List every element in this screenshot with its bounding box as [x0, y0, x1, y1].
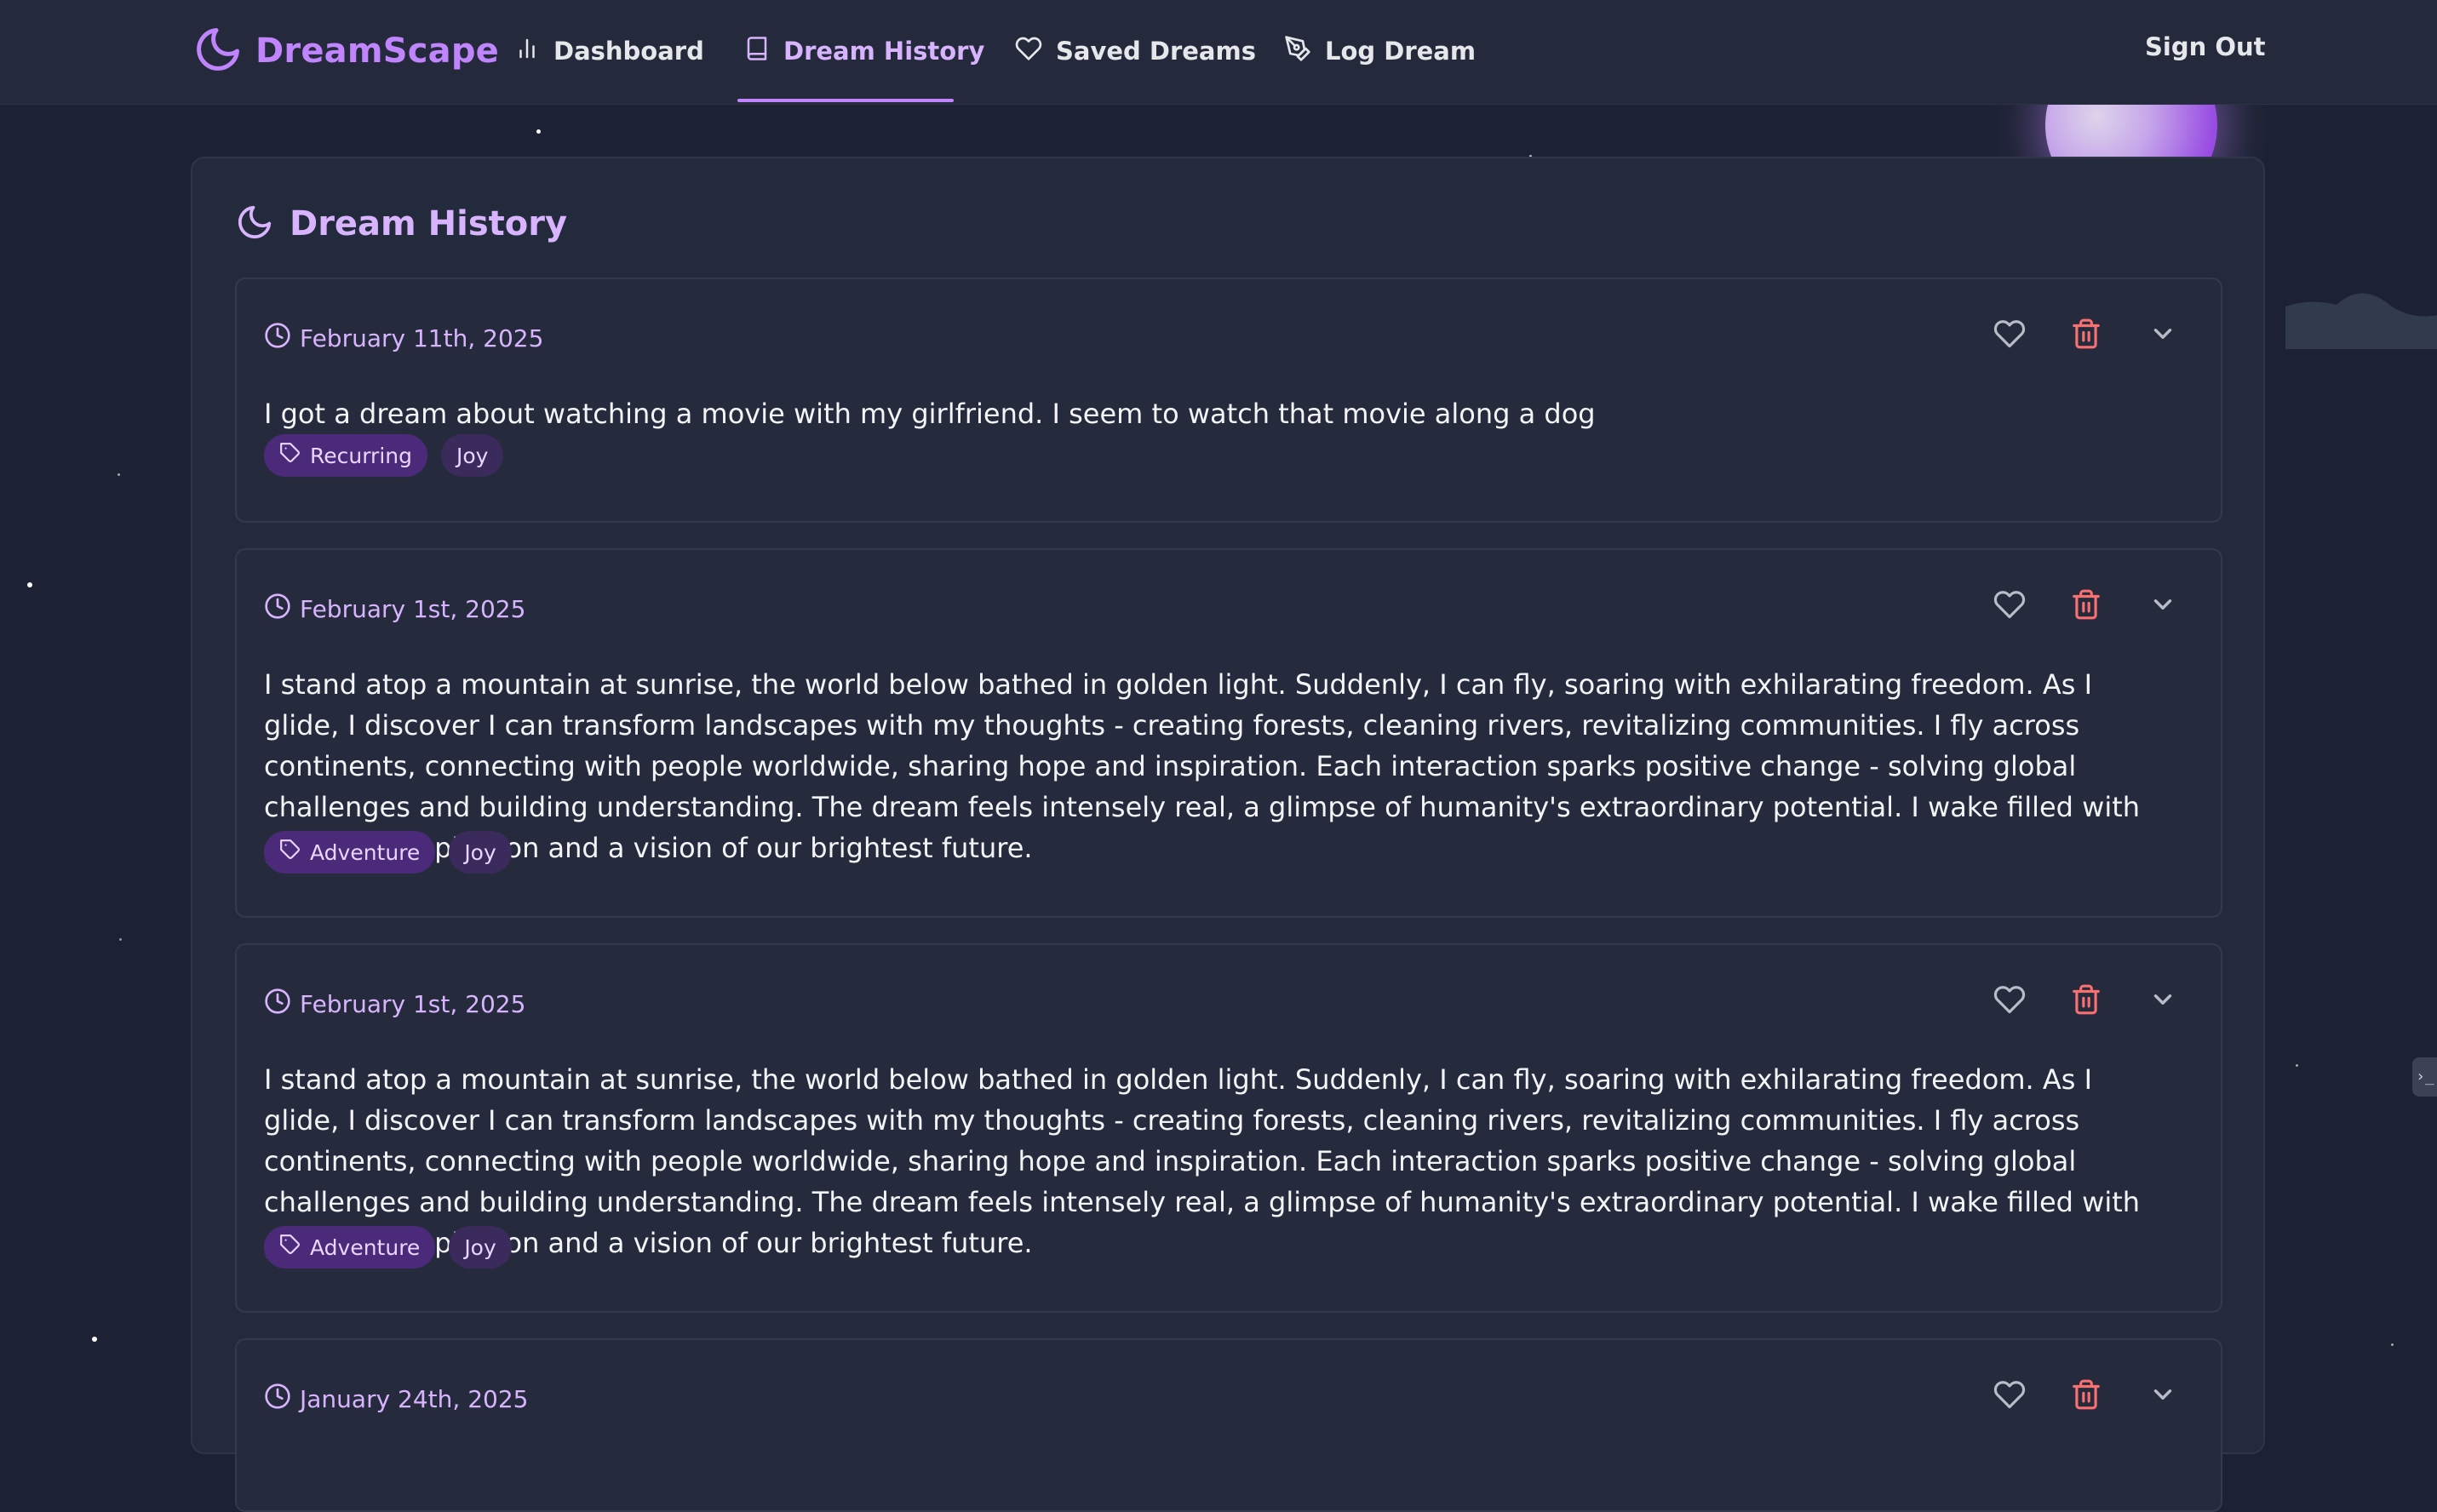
- star: [118, 473, 120, 476]
- tag-chip: Joy: [449, 831, 512, 873]
- expand-button[interactable]: [2146, 1379, 2180, 1413]
- star: [2296, 1064, 2298, 1067]
- page-title: Dream History: [235, 203, 567, 245]
- dream-actions: [1993, 984, 2180, 1018]
- chevron-down-icon: [2148, 590, 2177, 622]
- star: [119, 938, 122, 941]
- dream-actions: [1993, 1379, 2180, 1413]
- trash-icon: [2070, 318, 2102, 353]
- tag-label: Joy: [464, 1234, 496, 1260]
- chevron-down-icon: [2148, 1380, 2177, 1412]
- tag-label: Recurring: [310, 443, 412, 468]
- tag-label: Adventure: [310, 839, 421, 865]
- moon-icon: [192, 24, 244, 78]
- dream-date: February 1st, 2025: [264, 988, 525, 1021]
- heart-icon: [1993, 588, 2026, 624]
- dream-card: January 24th, 2025: [235, 1338, 2222, 1512]
- bar-chart-icon: [514, 36, 540, 67]
- expand-button[interactable]: [2146, 318, 2180, 352]
- dream-date-text: January 24th, 2025: [300, 1385, 529, 1413]
- dream-tags: Adventure Joy: [264, 1226, 512, 1269]
- clock-icon: [264, 322, 291, 355]
- favorite-button[interactable]: [1993, 318, 2027, 352]
- delete-button[interactable]: [2069, 984, 2103, 1018]
- dream-actions: [1993, 589, 2180, 623]
- star: [27, 582, 32, 587]
- brand[interactable]: DreamScape: [192, 24, 499, 78]
- tag-label: Adventure: [310, 1234, 421, 1260]
- star: [2391, 1343, 2394, 1346]
- clock-icon: [264, 593, 291, 626]
- book-icon: [744, 36, 770, 67]
- heart-icon: [1015, 35, 1042, 68]
- tag-chip: Joy: [441, 434, 504, 477]
- tag-icon: [279, 839, 301, 866]
- nav-saved-dreams[interactable]: Saved Dreams: [1015, 0, 1256, 102]
- dream-text: I got a dream about watching a movie wit…: [264, 398, 1596, 430]
- favorite-button[interactable]: [1993, 984, 2027, 1018]
- side-panel-handle[interactable]: ›_: [2412, 1057, 2437, 1097]
- expand-button[interactable]: [2146, 984, 2180, 1018]
- dream-tags: Adventure Joy: [264, 831, 512, 873]
- star: [92, 1337, 97, 1342]
- chevron-down-icon: [2148, 985, 2177, 1017]
- favorite-button[interactable]: [1993, 1379, 2027, 1413]
- delete-button[interactable]: [2069, 1379, 2103, 1413]
- dream-date-text: February 1st, 2025: [300, 595, 526, 623]
- sign-out-button[interactable]: Sign Out: [2145, 32, 2266, 61]
- dream-tags: Recurring Joy: [264, 434, 504, 477]
- favorite-button[interactable]: [1993, 589, 2027, 623]
- page-title-text: Dream History: [290, 204, 568, 243]
- dream-actions: [1993, 318, 2180, 352]
- clock-icon: [264, 988, 291, 1021]
- dream-date-text: February 1st, 2025: [300, 990, 526, 1018]
- nav-dream-history-label: Dream History: [783, 37, 985, 66]
- moon-icon: [235, 203, 274, 245]
- delete-button[interactable]: [2069, 318, 2103, 352]
- pen-tool-icon: [1284, 35, 1311, 68]
- nav-log-dream[interactable]: Log Dream: [1284, 0, 1476, 102]
- tag-chip: Adventure: [264, 831, 436, 873]
- tag-label: Joy: [464, 839, 496, 865]
- active-tab-indicator: [737, 99, 954, 102]
- dream-date-text: February 11th, 2025: [300, 324, 544, 352]
- tag-chip: Joy: [449, 1226, 512, 1269]
- nav-saved-dreams-label: Saved Dreams: [1056, 37, 1256, 66]
- clock-icon: [264, 1383, 291, 1416]
- heart-icon: [1993, 1378, 2026, 1414]
- dream-text: I stand atop a mountain at sunrise, the …: [264, 1063, 2141, 1259]
- heart-icon: [1993, 318, 2026, 353]
- nav-dream-history[interactable]: Dream History: [744, 0, 984, 102]
- heart-icon: [1993, 983, 2026, 1019]
- top-navbar: DreamScape Dashboard Dream History Saved…: [0, 0, 2437, 105]
- delete-button[interactable]: [2069, 589, 2103, 623]
- dream-date: February 11th, 2025: [264, 322, 543, 355]
- tag-icon: [279, 442, 301, 469]
- tag-icon: [279, 1234, 301, 1261]
- dream-history-panel: Dream History February 11th, 2025 I got …: [191, 157, 2265, 1512]
- nav-dashboard-label: Dashboard: [553, 37, 704, 66]
- nav-dashboard[interactable]: Dashboard: [514, 0, 704, 102]
- dream-card: February 11th, 2025 I got a dream about …: [235, 278, 2222, 523]
- trash-icon: [2070, 588, 2102, 624]
- nav-log-dream-label: Log Dream: [1325, 37, 1477, 66]
- tag-label: Joy: [456, 443, 489, 468]
- trash-icon: [2070, 983, 2102, 1019]
- dream-date: February 1st, 2025: [264, 593, 525, 626]
- tag-chip: Recurring: [264, 434, 427, 477]
- dream-card: February 1st, 2025 I stand atop a mounta…: [235, 943, 2222, 1313]
- tag-chip: Adventure: [264, 1226, 436, 1269]
- dream-card: February 1st, 2025 I stand atop a mounta…: [235, 548, 2222, 918]
- dream-text: I stand atop a mountain at sunrise, the …: [264, 668, 2141, 864]
- expand-button[interactable]: [2146, 589, 2180, 623]
- trash-icon: [2070, 1378, 2102, 1414]
- chevron-down-icon: [2148, 319, 2177, 352]
- dream-date: January 24th, 2025: [264, 1383, 528, 1416]
- brand-name: DreamScape: [255, 32, 500, 71]
- cloud-decoration: [2285, 293, 2437, 349]
- star: [536, 129, 541, 134]
